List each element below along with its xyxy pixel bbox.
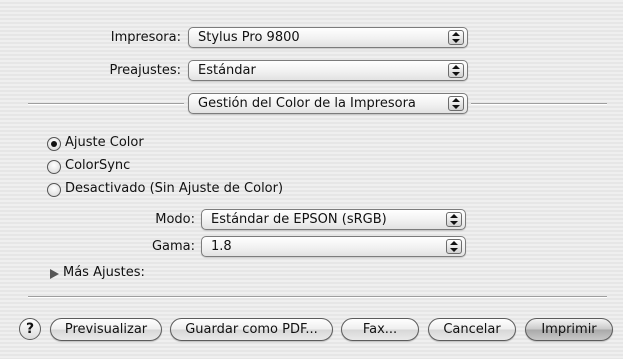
disclosure-triangle-icon[interactable]	[50, 268, 59, 283]
panel-popup[interactable]: Gestión del Color de la Impresora	[188, 93, 468, 114]
mode-label: Modo:	[155, 212, 195, 227]
printer-value: Stylus Pro 9800	[198, 30, 300, 45]
dialog-background	[0, 0, 623, 359]
cancel-button[interactable]: Cancelar	[428, 318, 516, 341]
up-down-arrows-icon	[448, 63, 464, 78]
gamma-popup[interactable]: 1.8	[201, 236, 466, 257]
mode-popup[interactable]: Estándar de EPSON (sRGB)	[201, 209, 466, 230]
save-pdf-button[interactable]: Guardar como PDF...	[170, 318, 333, 341]
gamma-label: Gama:	[151, 239, 195, 254]
printer-popup[interactable]: Stylus Pro 9800	[188, 27, 468, 48]
fax-button[interactable]: Fax...	[341, 318, 419, 341]
more-settings-label[interactable]: Más Ajustes:	[63, 265, 145, 280]
separator	[28, 103, 184, 105]
radio-label[interactable]: Ajuste Color	[65, 135, 144, 150]
gamma-value: 1.8	[211, 239, 232, 254]
printer-label: Impresora:	[110, 30, 181, 45]
print-button[interactable]: Imprimir	[525, 318, 613, 341]
radio-ajuste-color[interactable]	[47, 137, 61, 151]
up-down-arrows-icon	[446, 212, 462, 227]
panel-value: Gestión del Color de la Impresora	[198, 96, 416, 111]
help-button[interactable]: ?	[19, 318, 41, 340]
mode-value: Estándar de EPSON (sRGB)	[211, 212, 387, 227]
radio-label[interactable]: Desactivado (Sin Ajuste de Color)	[65, 181, 283, 196]
up-down-arrows-icon	[448, 30, 464, 45]
separator	[471, 103, 607, 105]
presets-value: Estándar	[198, 63, 256, 78]
separator	[28, 296, 607, 298]
radio-label[interactable]: ColorSync	[65, 158, 130, 173]
up-down-arrows-icon	[446, 239, 462, 254]
presets-popup[interactable]: Estándar	[188, 60, 468, 81]
radio-desactivado[interactable]	[47, 183, 61, 197]
presets-label: Preajustes:	[109, 63, 181, 78]
up-down-arrows-icon	[448, 96, 464, 111]
preview-button[interactable]: Previsualizar	[50, 318, 162, 341]
radio-colorsync[interactable]	[47, 160, 61, 174]
